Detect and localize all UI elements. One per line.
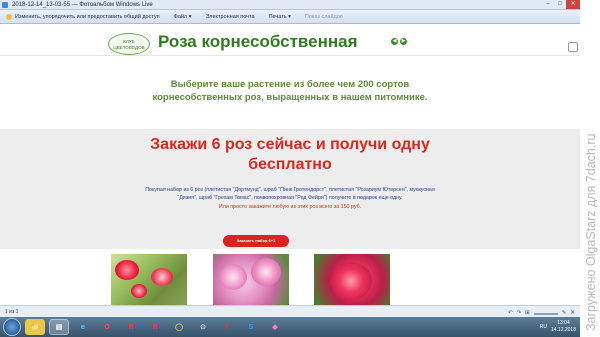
logo-text: КЛУБ ЦВЕТОВОДОВ	[113, 39, 145, 50]
start-button[interactable]	[3, 318, 21, 336]
yandex-y-glyph: Y	[224, 323, 230, 331]
promo-headline: Закажи 6 роз сейчас и получи одну беспла…	[150, 136, 430, 173]
red-rose-icon	[131, 284, 147, 298]
taskbar-explorer-icon[interactable]: 📁	[25, 319, 45, 335]
media-glyph: ⊙	[200, 324, 206, 331]
skype-glyph: S	[248, 323, 254, 331]
taskbar-skype-icon[interactable]: S	[241, 319, 261, 335]
photo-gallery-app-icon	[2, 2, 8, 8]
menu-hint[interactable]: Изменить, упорядочить или предоставить о…	[15, 10, 160, 24]
explorer-glyph: 📁	[30, 324, 40, 331]
crimson-rose-icon	[330, 262, 372, 300]
taskbar-ie-icon[interactable]: e	[73, 319, 93, 335]
menu-email[interactable]: Электронная почта	[205, 10, 254, 24]
menu-file[interactable]: Файл ▾	[174, 10, 192, 24]
intro-text: Выберите ваше растение из более чем 200 …	[152, 79, 428, 103]
close-button[interactable]: ✕	[566, 0, 580, 9]
system-tray: RU 13:04 14.12.2018	[540, 319, 576, 335]
photo-viewer-canvas: КЛУБ ЦВЕТОВОДОВ Роза корнесобственная ◀ …	[0, 24, 580, 305]
photo-counter: 1 из 1	[5, 309, 19, 315]
clock[interactable]: 13:04 14.12.2018	[551, 320, 576, 334]
ie-glyph: e	[81, 323, 85, 331]
rose-photo-2[interactable]	[213, 254, 289, 305]
minimize-button[interactable]: –	[542, 0, 554, 9]
taskbar-yandex-icon[interactable]: Я	[121, 319, 141, 335]
taskbar-media-icon[interactable]: ⊙	[193, 319, 213, 335]
arrow-right-icon[interactable]: ▶	[400, 38, 407, 45]
gallery-glyph: ▤	[55, 324, 63, 331]
promo-section: Закажи 6 роз сейчас и получи одну беспла…	[0, 129, 580, 249]
rose-photo-3[interactable]	[314, 254, 390, 305]
maximize-button[interactable]: □	[554, 0, 566, 9]
info-icon	[6, 13, 12, 20]
promo-note: Или просто закажите любую из этих роз вс…	[218, 203, 362, 210]
yandex-glyph: Я	[128, 323, 134, 331]
taskbar-photo-gallery-icon[interactable]: ▤	[49, 319, 69, 335]
rose-photo-1[interactable]	[111, 254, 187, 305]
arrow-left-icon[interactable]: ◀	[391, 38, 398, 45]
command-bar: Изменить, упорядочить или предоставить о…	[0, 10, 580, 24]
paint-glyph: ◆	[272, 324, 278, 331]
clock-date: 14.12.2018	[550, 327, 576, 333]
opera-glyph: O	[104, 323, 110, 331]
zoom-slider[interactable]	[533, 312, 558, 315]
taskbar-paint-icon[interactable]: ◆	[265, 319, 285, 335]
clock-time: 13:04	[557, 320, 570, 326]
yandex-browser-glyph: Я	[152, 323, 158, 331]
promo-description: Покупая набор из 6 роз (плетистая "Дортм…	[140, 186, 440, 211]
promo-description-text: Покупая набор из 6 роз (плетистая "Дортм…	[145, 187, 435, 202]
cart-icon[interactable]	[568, 42, 578, 52]
window-title-bar: 2018-12-14_13-03-55 — Фотоальбом Windows…	[0, 0, 580, 10]
viewer-status-bar: 1 из 1 ↶ ↷ ⊞ ✎ ✕	[0, 305, 580, 317]
slider-arrows: ◀ ▶	[391, 38, 407, 45]
chrome-glyph: ◯	[175, 324, 183, 331]
taskbar-chrome-icon[interactable]: ◯	[169, 319, 189, 335]
pink-rose-icon	[219, 264, 247, 290]
taskbar-yandex-browser-icon[interactable]: Я	[145, 319, 165, 335]
window-title: 2018-12-14_13-03-55 — Фотоальбом Windows…	[12, 2, 153, 8]
site-title: Роза корнесобственная	[158, 32, 358, 51]
window-controls: – □ ✕	[542, 0, 580, 10]
site-logo[interactable]: КЛУБ ЦВЕТОВОДОВ	[108, 33, 150, 55]
red-rose-icon	[115, 260, 139, 280]
watermark-text: Загружено OlgaStarz для 7dach.ru	[584, 133, 598, 331]
menu-slideshow[interactable]: Показ слайдов	[305, 10, 343, 24]
language-indicator[interactable]: RU	[540, 324, 547, 330]
header-divider	[0, 55, 580, 56]
order-set-button[interactable]: Заказать набор 6+1	[223, 235, 289, 247]
pink-rose-icon	[251, 258, 281, 286]
menu-print[interactable]: Печать ▾	[269, 10, 291, 24]
red-rose-icon	[151, 268, 173, 286]
taskbar-opera-icon[interactable]: O	[97, 319, 117, 335]
taskbar-yandex-y-icon[interactable]: Y	[217, 319, 237, 335]
watermark-strip: Загружено OlgaStarz для 7dach.ru	[580, 0, 600, 337]
taskbar: 📁 ▤ e O Я Я ◯ ⊙ Y S ◆ RU 13:04 14.12.201…	[0, 317, 580, 337]
